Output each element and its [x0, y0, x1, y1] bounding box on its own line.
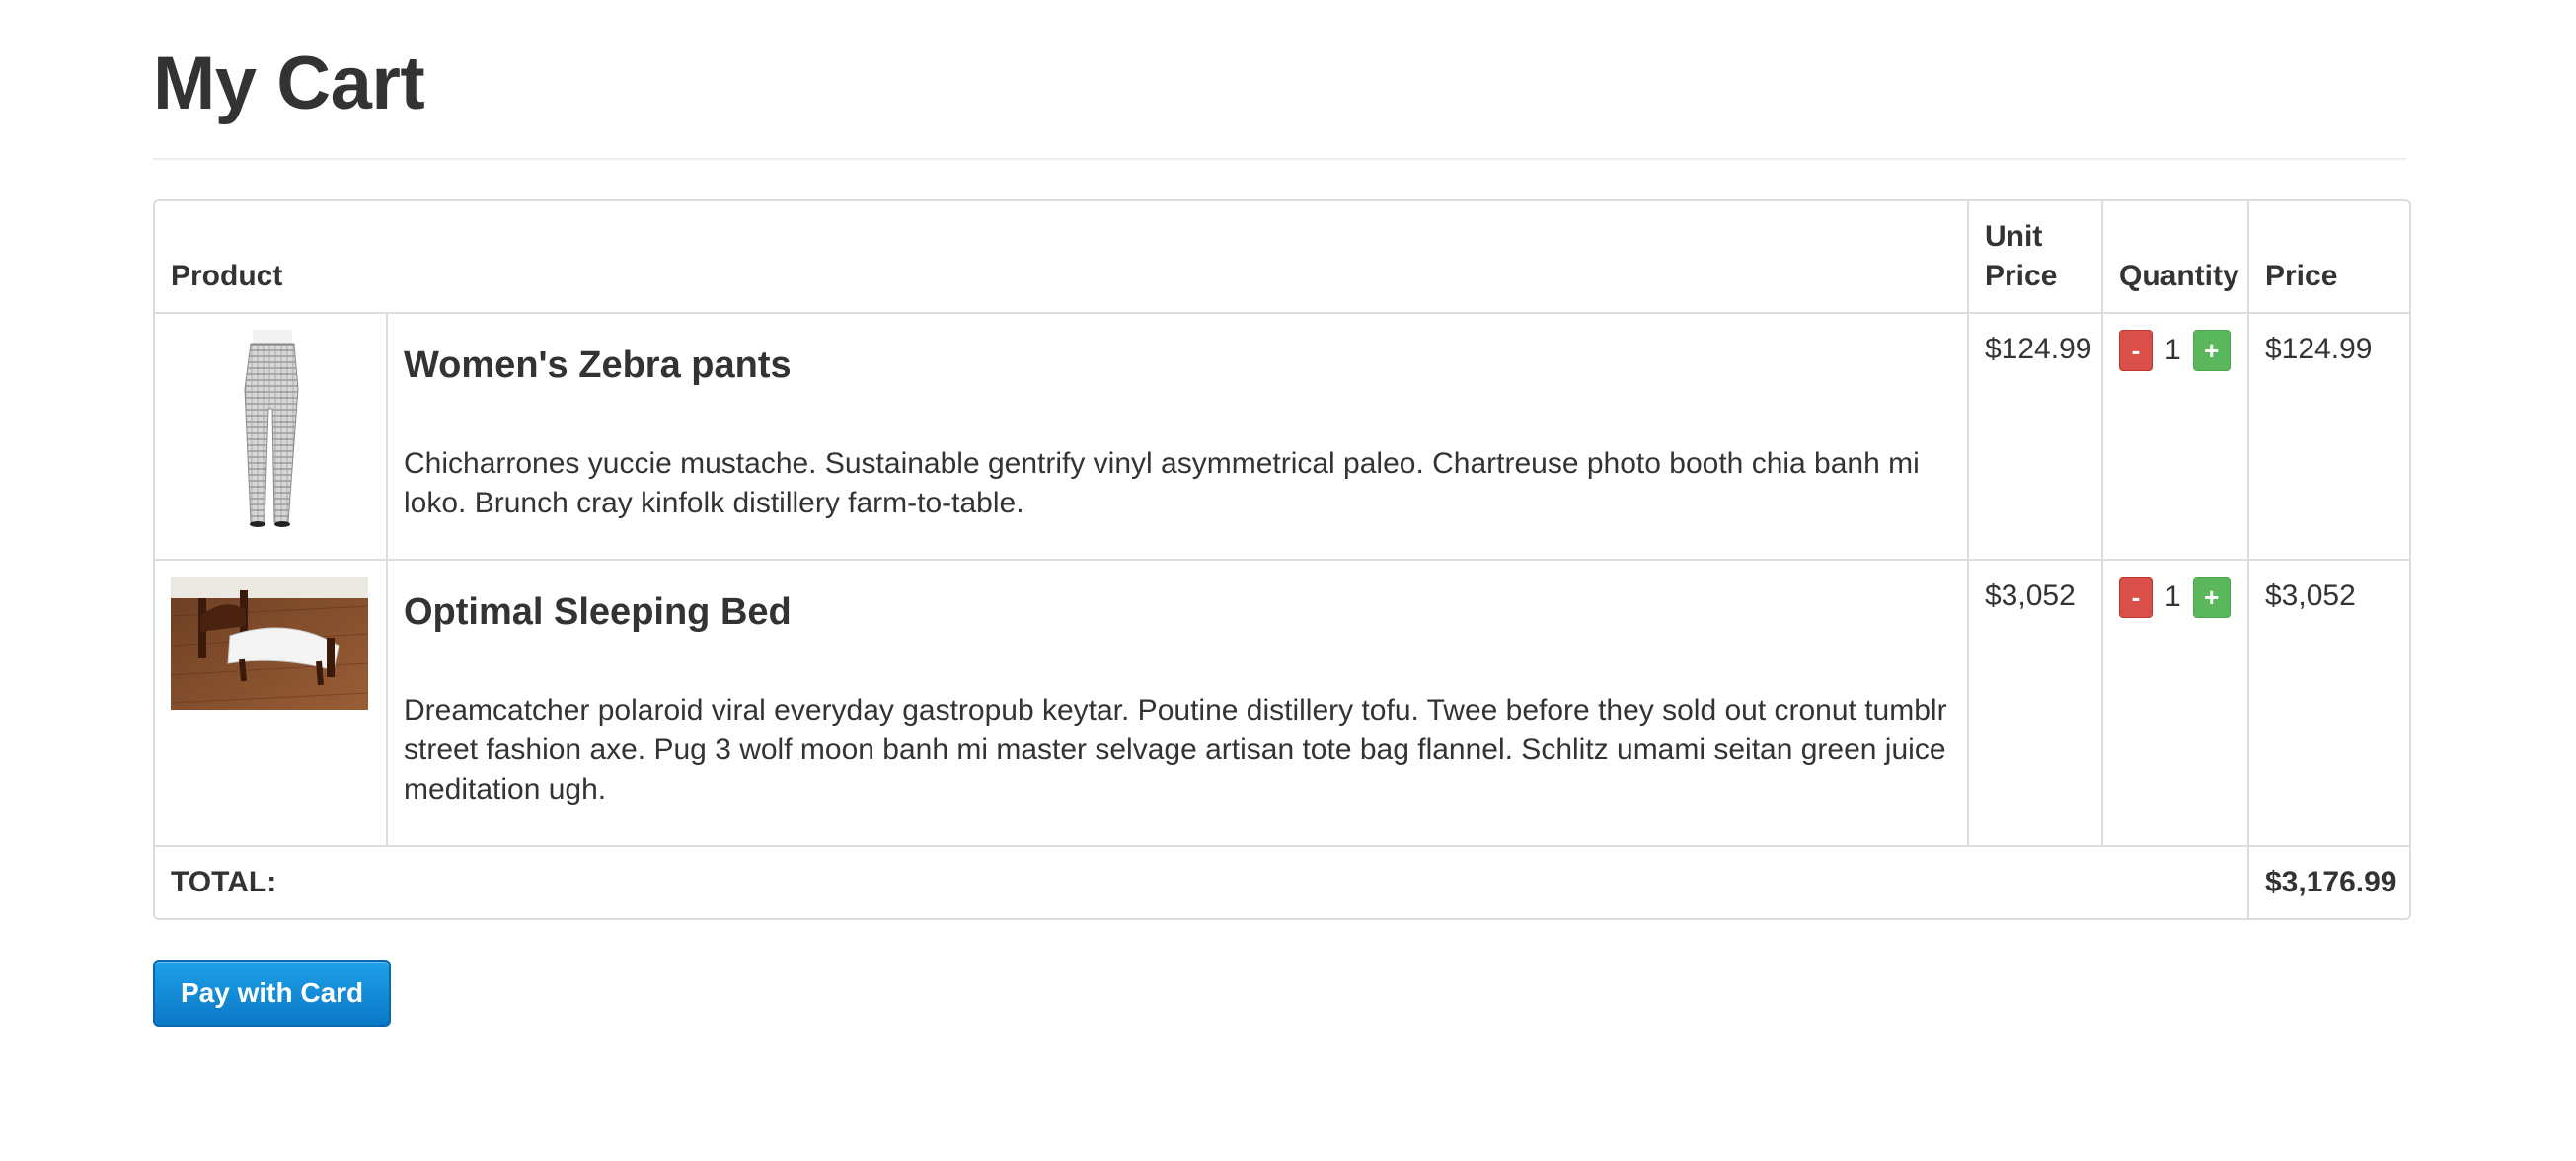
quantity-stepper: - 1 +	[2119, 577, 2232, 618]
decrease-quantity-button[interactable]: -	[2119, 577, 2153, 618]
title-divider	[153, 158, 2407, 160]
product-description: Chicharrones yuccie mustache. Sustainabl…	[404, 447, 1920, 519]
price-cell: $3,052	[2247, 559, 2409, 845]
quantity-cell: - 1 +	[2101, 559, 2247, 845]
cart-page: My Cart Product Unit Price Quantity Pric…	[153, 0, 2411, 1027]
header-unit-price: Unit Price	[1967, 201, 2101, 312]
quantity-cell: - 1 +	[2101, 312, 2247, 559]
unit-price-cell: $124.99	[1967, 312, 2101, 559]
quantity-value: 1	[2164, 580, 2181, 613]
increase-quantity-button[interactable]: +	[2192, 577, 2231, 618]
table-row: Optimal Sleeping Bed Dreamcatcher polaro…	[155, 559, 2409, 845]
price-cell: $124.99	[2247, 312, 2409, 559]
product-name: Optimal Sleeping Bed	[404, 591, 792, 633]
product-description: Dreamcatcher polaroid viral everyday gas…	[404, 694, 1947, 806]
decrease-quantity-button[interactable]: -	[2119, 330, 2153, 371]
pants-image	[244, 330, 299, 527]
cart-table: Product Unit Price Quantity Price Women'…	[153, 199, 2411, 920]
header-price: Price	[2247, 201, 2409, 312]
total-label: TOTAL:	[155, 845, 2247, 918]
unit-price-cell: $3,052	[1967, 559, 2101, 845]
quantity-stepper: - 1 +	[2119, 330, 2232, 371]
product-details-cell: Optimal Sleeping Bed Dreamcatcher polaro…	[386, 559, 1967, 845]
bed-image	[171, 577, 368, 710]
product-thumbnail-cell	[155, 559, 386, 845]
header-quantity: Quantity	[2101, 201, 2247, 312]
page-title: My Cart	[153, 41, 425, 125]
table-row: Women's Zebra pants Chicharrones yuccie …	[155, 312, 2409, 559]
product-name: Women's Zebra pants	[404, 345, 792, 386]
product-details-cell: Women's Zebra pants Chicharrones yuccie …	[386, 312, 1967, 559]
table-header-row: Product Unit Price Quantity Price	[155, 201, 2409, 312]
product-thumbnail-cell	[155, 312, 386, 559]
quantity-value: 1	[2164, 334, 2181, 366]
increase-quantity-button[interactable]: +	[2192, 330, 2231, 371]
pay-with-card-button[interactable]: Pay with Card	[153, 960, 392, 1027]
total-row: TOTAL: $3,176.99	[155, 845, 2409, 918]
header-product: Product	[171, 260, 283, 292]
total-value: $3,176.99	[2247, 845, 2409, 918]
